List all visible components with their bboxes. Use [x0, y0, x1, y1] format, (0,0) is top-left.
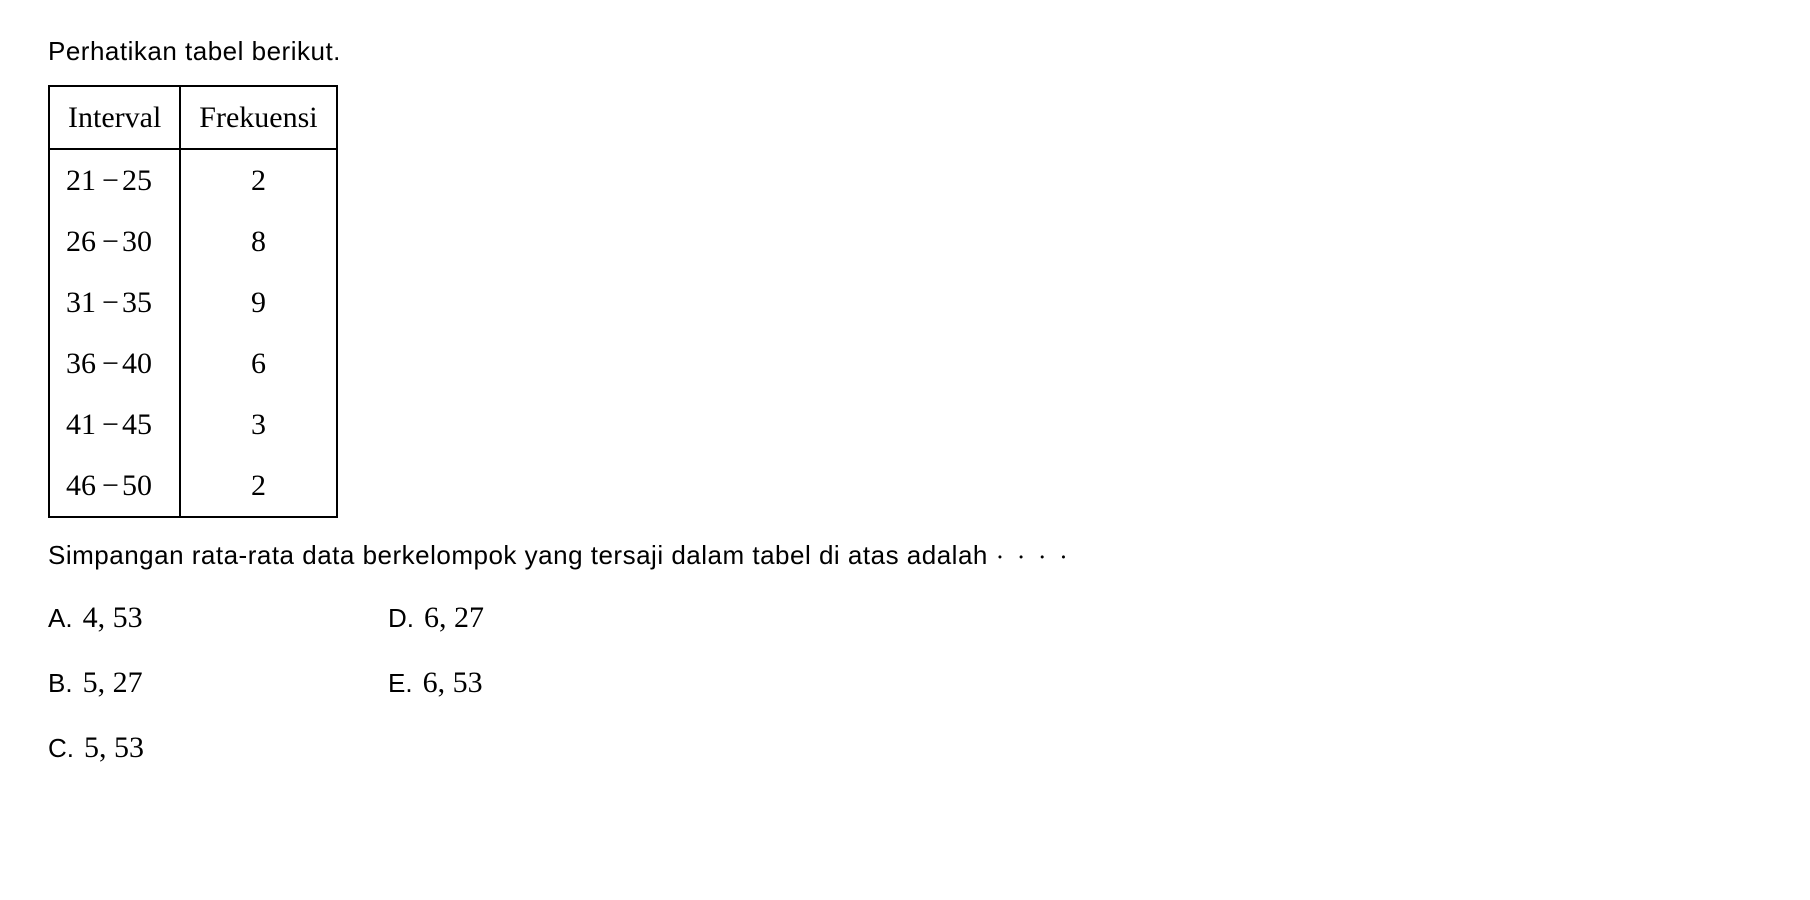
option-a: A. 4, 53 [48, 595, 348, 640]
cell-interval: 21−25 [49, 149, 180, 211]
interval-high: 50 [122, 469, 152, 502]
cell-interval: 36−40 [49, 333, 180, 394]
table-row: 31−35 9 [49, 272, 337, 333]
table-row: 41−45 3 [49, 394, 337, 455]
interval-low: 41 [66, 408, 96, 441]
interval-low: 36 [66, 347, 96, 380]
minus-icon: − [102, 463, 116, 508]
option-c: C. 5, 53 [48, 725, 348, 770]
table-row: 36−40 6 [49, 333, 337, 394]
interval-low: 21 [66, 164, 96, 197]
question-text: Simpangan rata-rata data berkelompok yan… [48, 536, 1762, 577]
option-value: 6, 53 [423, 660, 483, 705]
table-row: 26−30 8 [49, 211, 337, 272]
cell-interval: 31−35 [49, 272, 180, 333]
header-interval: Interval [49, 86, 180, 149]
option-b: B. 5, 27 [48, 660, 348, 705]
option-value: 4, 53 [83, 595, 143, 640]
interval-high: 30 [122, 225, 152, 258]
cell-interval: 46−50 [49, 455, 180, 517]
cell-interval: 26−30 [49, 211, 180, 272]
question-label: Simpangan rata-rata data berkelompok yan… [48, 540, 988, 570]
option-value: 5, 27 [83, 660, 143, 705]
ellipsis-icon: · · · · [996, 543, 1071, 572]
data-table: Interval Frekuensi 21−25 2 26−30 8 31−35… [48, 85, 338, 518]
option-e: E. 6, 53 [388, 660, 688, 705]
interval-low: 46 [66, 469, 96, 502]
interval-high: 35 [122, 286, 152, 319]
option-letter: A. [48, 599, 73, 638]
minus-icon: − [102, 341, 116, 386]
minus-icon: − [102, 219, 116, 264]
cell-freq: 3 [180, 394, 336, 455]
table-row: 21−25 2 [49, 149, 337, 211]
cell-freq: 9 [180, 272, 336, 333]
interval-high: 25 [122, 164, 152, 197]
interval-low: 31 [66, 286, 96, 319]
option-value: 5, 53 [84, 725, 144, 770]
interval-high: 40 [122, 347, 152, 380]
option-d: D. 6, 27 [388, 595, 688, 640]
minus-icon: − [102, 280, 116, 325]
table-header-row: Interval Frekuensi [49, 86, 337, 149]
option-letter: E. [388, 664, 413, 703]
cell-interval: 41−45 [49, 394, 180, 455]
table-row: 46−50 2 [49, 455, 337, 517]
header-frekuensi: Frekuensi [180, 86, 336, 149]
cell-freq: 2 [180, 455, 336, 517]
minus-icon: − [102, 402, 116, 447]
option-letter: C. [48, 729, 74, 768]
cell-freq: 6 [180, 333, 336, 394]
option-letter: D. [388, 599, 414, 638]
interval-high: 45 [122, 408, 152, 441]
interval-low: 26 [66, 225, 96, 258]
cell-freq: 2 [180, 149, 336, 211]
cell-freq: 8 [180, 211, 336, 272]
option-value: 6, 27 [424, 595, 484, 640]
options-grid: A. 4, 53 D. 6, 27 B. 5, 27 E. 6, 53 C. 5… [48, 595, 1762, 770]
intro-text: Perhatikan tabel berikut. [48, 32, 1762, 71]
minus-icon: − [102, 158, 116, 203]
option-letter: B. [48, 664, 73, 703]
